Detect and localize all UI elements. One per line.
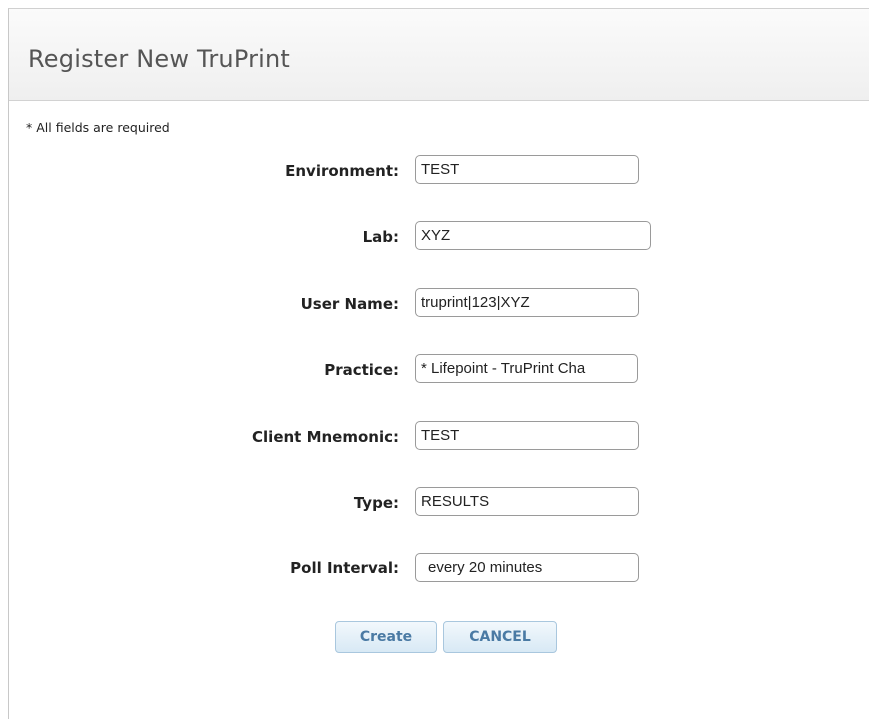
required-note: * All fields are required [26,120,170,135]
practice-field[interactable] [415,354,638,383]
user-name-field[interactable] [415,288,639,317]
poll-interval-label: Poll Interval: [290,559,399,577]
lab-label: Lab: [362,228,399,246]
environment-field[interactable] [415,155,639,184]
create-button[interactable]: Create [335,621,437,653]
register-dialog: Register New TruPrint * All fields are r… [8,8,869,719]
environment-label: Environment: [285,162,399,180]
user-name-label: User Name: [300,295,399,313]
dialog-title: Register New TruPrint [28,45,291,73]
type-label: Type: [353,494,399,512]
poll-interval-field[interactable] [415,553,639,582]
dialog-header: Register New TruPrint [9,9,869,101]
cancel-button[interactable]: CANCEL [443,621,557,653]
client-mnemonic-field[interactable] [415,421,639,450]
type-field[interactable] [415,487,639,516]
practice-label: Practice: [324,361,399,379]
client-mnemonic-label: Client Mnemonic: [252,428,399,446]
lab-field[interactable] [415,221,651,250]
